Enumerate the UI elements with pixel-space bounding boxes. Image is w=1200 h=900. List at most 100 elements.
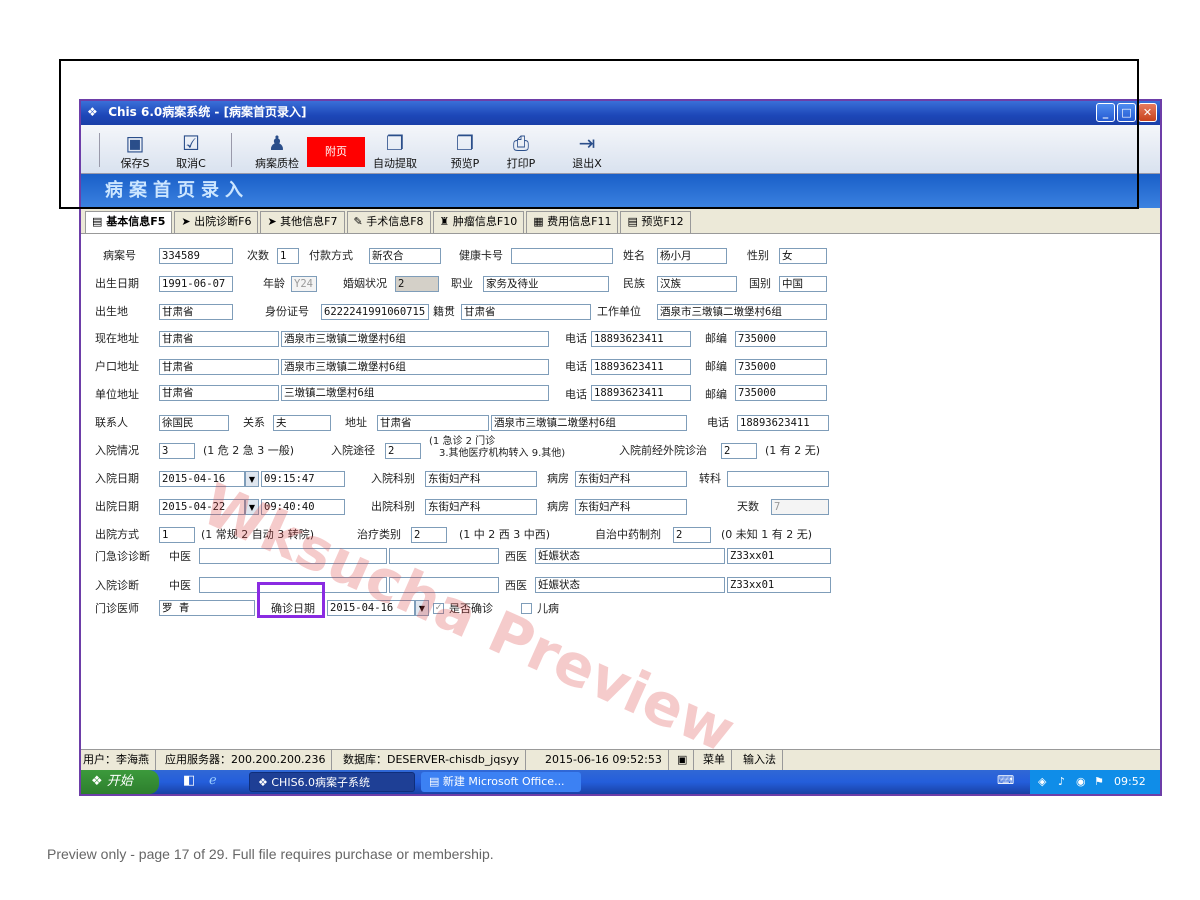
current-zip-field[interactable]: 735000 [735, 331, 827, 347]
admit-time-field[interactable]: 09:15:47 [261, 471, 345, 487]
contact-addr-field[interactable]: 酒泉市三墩镇二墩堡村6组 [491, 415, 687, 431]
birth-date-label: 出生日期 [95, 277, 139, 290]
hukou-phone-field[interactable]: 18893623411 [591, 359, 691, 375]
update-icon[interactable]: ◉ [1076, 770, 1086, 794]
quicklaunch-desktop-icon[interactable]: ◧ [183, 773, 195, 788]
work-unit-field[interactable]: 酒泉市三墩镇二墩堡村6组 [657, 304, 827, 320]
tab-other-info[interactable]: ➤ 其他信息F7 [260, 211, 345, 233]
keyboard-icon[interactable]: ⌨ [997, 773, 1014, 787]
marital-label: 婚姻状况 [343, 277, 387, 290]
admit-date-field[interactable]: 2015-04-16 [159, 471, 245, 487]
discharge-mode-field[interactable]: 1 [159, 527, 195, 543]
child-disease-checkbox[interactable] [521, 603, 532, 614]
admit-cond-field[interactable]: 3 [159, 443, 195, 459]
discharge-date-dropdown[interactable]: ▼ [245, 499, 259, 515]
birth-date-field[interactable]: 1991-06-07 [159, 276, 233, 292]
network-icon[interactable]: ◈ [1038, 770, 1046, 794]
er-code-field[interactable]: Z33xx01 [727, 548, 831, 564]
discharge-dept-field[interactable]: 东街妇产科 [425, 499, 537, 515]
preview-button[interactable]: ❐ 预览P [441, 131, 489, 171]
relation-field[interactable]: 夫 [273, 415, 331, 431]
admit-route-field[interactable]: 2 [385, 443, 421, 459]
current-phone-field[interactable]: 18893623411 [591, 331, 691, 347]
hukou-province-field[interactable]: 甘肃省 [159, 359, 279, 375]
admit-date-dropdown[interactable]: ▼ [245, 471, 259, 487]
current-addr-province-field[interactable]: 甘肃省 [159, 331, 279, 347]
name-field[interactable]: 杨小月 [657, 248, 727, 264]
status-calc-icon[interactable]: ▣ [677, 750, 695, 770]
tab-cost-info[interactable]: ▦ 费用信息F11 [526, 211, 619, 233]
confirmed-checkbox[interactable]: ✓ [433, 603, 444, 614]
tab-tumor-info[interactable]: ♜ 肿瘤信息F10 [432, 211, 525, 233]
taskbar: ❖ 开始 ◧ ℯ ❖ CHIS6.0病案子系统 ▤ 新建 Microsoft O… [81, 770, 1160, 794]
admit-dept-field[interactable]: 东街妇产科 [425, 471, 537, 487]
age-field: Y24 [291, 276, 317, 292]
cancel-button[interactable]: ☑ 取消C [167, 131, 215, 171]
start-button[interactable]: ❖ 开始 [81, 770, 159, 794]
contact-province-field[interactable]: 甘肃省 [377, 415, 489, 431]
er-tcm-code-field[interactable] [389, 548, 499, 564]
self-prep-field[interactable]: 2 [673, 527, 711, 543]
phone-label: 电话 [565, 388, 587, 401]
er-western-field[interactable]: 妊娠状态 [535, 548, 725, 564]
unit-province-field[interactable]: 甘肃省 [159, 385, 279, 401]
birthplace-field[interactable]: 甘肃省 [159, 304, 233, 320]
admit-route-hint-2: 3.其他医疗机构转入 9.其他) [439, 448, 566, 459]
doctor-field[interactable]: 罗 青 [159, 600, 255, 616]
admit-ward-field[interactable]: 东街妇产科 [575, 471, 687, 487]
exit-button[interactable]: ⇥ 退出X [563, 131, 611, 171]
record-no-field[interactable]: 334589 [159, 248, 233, 264]
minimize-button[interactable]: _ [1096, 103, 1115, 122]
admit-code-field[interactable]: Z33xx01 [727, 577, 831, 593]
maximize-button[interactable]: □ [1117, 103, 1136, 122]
contact-field[interactable]: 徐国民 [159, 415, 229, 431]
contact-phone-field[interactable]: 18893623411 [737, 415, 829, 431]
confirm-date-field[interactable]: 2015-04-16 [327, 600, 415, 616]
appendix-button[interactable]: 附页 [307, 137, 365, 167]
relation-label: 关系 [243, 416, 265, 429]
tab-discharge-diagnosis[interactable]: ➤ 出院诊断F6 [174, 211, 259, 233]
status-database: 数据库：DESERVER-chisdb_jqsyy [343, 750, 527, 770]
tab-surgery-info[interactable]: ✎ 手术信息F8 [346, 211, 431, 233]
prior-treat-field[interactable]: 2 [721, 443, 757, 459]
hukou-zip-field[interactable]: 735000 [735, 359, 827, 375]
transfer-field[interactable] [727, 471, 829, 487]
confirm-date-dropdown[interactable]: ▼ [415, 600, 429, 616]
sex-field[interactable]: 女 [779, 248, 827, 264]
er-tcm-field[interactable] [199, 548, 387, 564]
print-button[interactable]: ⎙ 打印P [497, 131, 545, 171]
unit-phone-field[interactable]: 18893623411 [591, 385, 691, 401]
auto-extract-button[interactable]: ❐ 自动提取 [371, 131, 419, 171]
times-field[interactable]: 1 [277, 248, 299, 264]
unit-addr-field[interactable]: 三墩镇二墩堡村6组 [281, 385, 549, 401]
current-addr-field[interactable]: 酒泉市三墩镇二墩堡村6组 [281, 331, 549, 347]
admit-western-field[interactable]: 妊娠状态 [535, 577, 725, 593]
admit-tcm-code-field[interactable] [389, 577, 499, 593]
ethnicity-field[interactable]: 汉族 [657, 276, 737, 292]
payment-field[interactable]: 新农合 [369, 248, 441, 264]
tab-basic-info[interactable]: ▤ 基本信息F5 [85, 211, 173, 233]
save-button[interactable]: ▣ 保存S [111, 131, 159, 171]
status-ime[interactable]: 输入法 [743, 750, 783, 770]
discharge-time-field[interactable]: 09:40:40 [261, 499, 345, 515]
taskbar-office-window[interactable]: ▤ 新建 Microsoft Office... [421, 772, 581, 792]
country-field[interactable]: 中国 [779, 276, 827, 292]
native-field[interactable]: 甘肃省 [461, 304, 591, 320]
status-menu[interactable]: 菜单 [703, 750, 732, 770]
discharge-ward-field[interactable]: 东街妇产科 [575, 499, 687, 515]
sound-icon[interactable]: ♪ [1058, 770, 1065, 794]
quicklaunch-ie-icon[interactable]: ℯ [209, 773, 217, 788]
taskbar-chis-window[interactable]: ❖ CHIS6.0病案子系统 [249, 772, 415, 792]
quality-check-button[interactable]: ♟ 病案质检 [253, 131, 301, 171]
id-field[interactable]: 6222241991060715 [321, 304, 429, 320]
tab-preview[interactable]: ▤ 预览F12 [620, 211, 691, 233]
treat-type-field[interactable]: 2 [411, 527, 447, 543]
hukou-addr-field[interactable]: 酒泉市三墩镇二墩堡村6组 [281, 359, 549, 375]
health-card-field[interactable] [511, 248, 613, 264]
marital-field[interactable]: 2 [395, 276, 439, 292]
security-icon[interactable]: ⚑ [1094, 770, 1104, 794]
discharge-date-field[interactable]: 2015-04-22 [159, 499, 245, 515]
close-button[interactable]: ✕ [1138, 103, 1157, 122]
unit-zip-field[interactable]: 735000 [735, 385, 827, 401]
occupation-field[interactable]: 家务及待业 [483, 276, 609, 292]
